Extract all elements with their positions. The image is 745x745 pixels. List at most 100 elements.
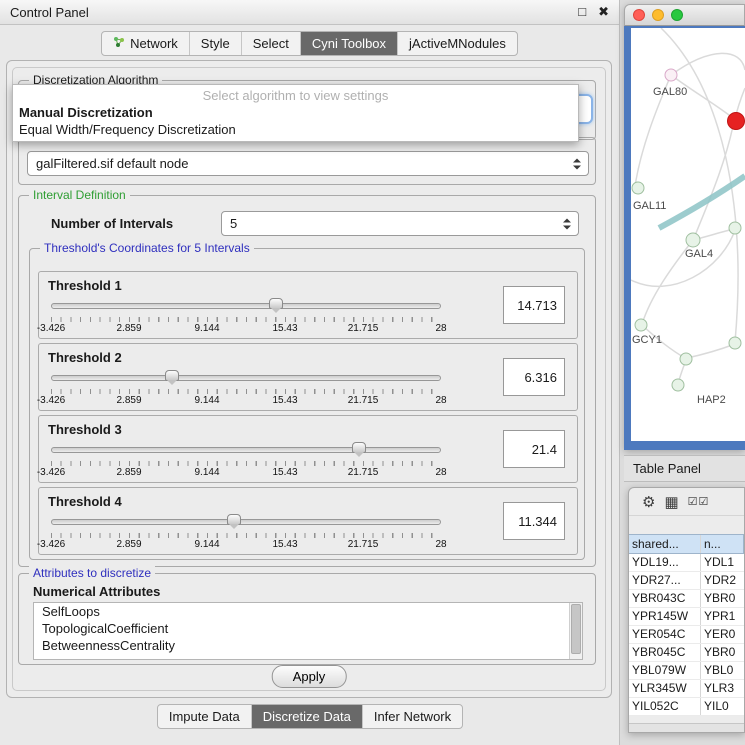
network-canvas[interactable]: GAL80 GAL11 GAL4 GCY1 HAP2 xyxy=(631,28,745,441)
list-item[interactable]: TopologicalCoefficient xyxy=(34,620,582,637)
network-view-window: GAL80 GAL11 GAL4 GCY1 HAP2 xyxy=(624,4,745,450)
table-cell[interactable]: YBR045C xyxy=(629,644,701,661)
dropdown-item-manual-discretization[interactable]: Manual Discretization xyxy=(13,104,578,121)
table-cell[interactable]: YDL1 xyxy=(701,554,744,571)
combo-spinner-icon[interactable] xyxy=(563,218,571,229)
threshold-1-slider[interactable] xyxy=(51,298,441,316)
table-row[interactable]: YPR145WYPR1 xyxy=(629,608,744,626)
table-cell[interactable]: YBR0 xyxy=(701,644,744,661)
threshold-4-slider[interactable] xyxy=(51,514,441,532)
scrollbar-thumb[interactable] xyxy=(571,604,581,654)
column-header-name[interactable]: n... xyxy=(701,535,744,553)
table-row[interactable]: YBR043CYBR0 xyxy=(629,590,744,608)
tab-cyni-toolbox[interactable]: Cyni Toolbox xyxy=(301,32,398,55)
table-cell[interactable]: YPR1 xyxy=(701,608,744,625)
list-item[interactable]: BetweennessCentrality xyxy=(34,637,582,654)
tab-select[interactable]: Select xyxy=(242,32,301,55)
table-row[interactable]: YDL19...YDL1 xyxy=(629,554,744,572)
list-item[interactable]: SelfLoops xyxy=(34,603,582,620)
table-cell[interactable]: YDR2 xyxy=(701,572,744,589)
table-cell[interactable]: YBR0 xyxy=(701,590,744,607)
table-cell[interactable]: YDL19... xyxy=(629,554,701,571)
checkbox-icon[interactable]: ☑ xyxy=(688,496,699,508)
minimize-traffic-light[interactable] xyxy=(652,9,664,21)
table-row[interactable]: YER054CYER0 xyxy=(629,626,744,644)
column-header-shared-name[interactable]: shared... xyxy=(629,535,701,553)
attributes-group: Attributes to discretize Numerical Attri… xyxy=(18,573,596,665)
threshold-3-value[interactable]: 21.4 xyxy=(503,430,565,468)
slider-ticks xyxy=(51,461,441,466)
table-spacer xyxy=(629,516,744,534)
table-cell[interactable]: YIL052C xyxy=(629,698,701,715)
table-row[interactable]: YIL052CYIL0 xyxy=(629,698,744,716)
checkbox-icon[interactable]: ☑ xyxy=(699,496,710,508)
zoom-traffic-light[interactable] xyxy=(671,9,683,21)
slider-track[interactable] xyxy=(51,303,441,309)
scale-tick-label: 21.715 xyxy=(348,323,379,334)
tab-infer-network[interactable]: Infer Network xyxy=(363,705,462,728)
algorithm-dropdown: Select algorithm to view settings Manual… xyxy=(12,84,579,142)
slider-thumb[interactable] xyxy=(165,370,179,381)
close-traffic-light[interactable] xyxy=(633,9,645,21)
table-cell[interactable]: YPR145W xyxy=(629,608,701,625)
tab-network[interactable]: Network xyxy=(102,32,190,55)
scale-tick-label: 2.859 xyxy=(116,539,141,550)
close-window-icon[interactable]: ✖ xyxy=(598,4,609,20)
slider-thumb[interactable] xyxy=(227,514,241,525)
gear-icon[interactable]: ⚙ xyxy=(642,493,655,511)
table-row[interactable]: YBR045CYBR0 xyxy=(629,644,744,662)
threshold-2-slider[interactable] xyxy=(51,370,441,388)
num-intervals-combo[interactable]: 5 xyxy=(221,211,579,236)
tab-label: Select xyxy=(253,36,289,51)
slider-scale: -3.426 2.859 9.144 15.43 21.715 28 xyxy=(51,467,441,479)
node-label-gcy1: GCY1 xyxy=(632,334,662,346)
dropdown-item-equal-width-frequency[interactable]: Equal Width/Frequency Discretization xyxy=(13,121,578,138)
table-panel-title: Table Panel xyxy=(633,461,701,476)
threshold-4-value[interactable]: 11.344 xyxy=(503,502,565,540)
table-cell[interactable]: YDR27... xyxy=(629,572,701,589)
table-data-combo[interactable]: galFiltered.sif default node xyxy=(27,151,589,176)
list-scrollbar[interactable] xyxy=(569,603,582,659)
table-row[interactable]: YLR345WYLR3 xyxy=(629,680,744,698)
table-cell[interactable]: YBR043C xyxy=(629,590,701,607)
float-window-icon[interactable]: □ xyxy=(578,4,586,20)
threshold-1-value[interactable]: 14.713 xyxy=(503,286,565,324)
table-row[interactable]: YBL079WYBL0 xyxy=(629,662,744,680)
attributes-list[interactable]: SelfLoops TopologicalCoefficient Between… xyxy=(33,602,583,660)
columns-icon[interactable]: ▦ xyxy=(664,493,678,511)
threshold-label: Threshold 2 xyxy=(48,350,122,365)
dropdown-placeholder: Select algorithm to view settings xyxy=(13,85,578,104)
table-footer xyxy=(629,723,744,732)
tab-label: Network xyxy=(130,36,178,51)
table-cell[interactable]: YER054C xyxy=(629,626,701,643)
table-cell[interactable]: YLR3 xyxy=(701,680,744,697)
table-cell[interactable]: YER0 xyxy=(701,626,744,643)
tab-jactivemnodules[interactable]: jActiveMNodules xyxy=(398,32,517,55)
scale-tick-label: 9.144 xyxy=(194,539,219,550)
threshold-2-value[interactable]: 6.316 xyxy=(503,358,565,396)
apply-button[interactable]: Apply xyxy=(272,665,347,688)
table-cell[interactable]: YLR345W xyxy=(629,680,701,697)
table-window: ⚙ ▦ ☑☑ shared... n... YDL19...YDL1 YDR27… xyxy=(628,487,745,733)
slider-track[interactable] xyxy=(51,519,441,525)
tab-label: Infer Network xyxy=(374,709,451,724)
node-label-hap2: HAP2 xyxy=(697,394,726,406)
combo-spinner-icon[interactable] xyxy=(573,158,581,169)
slider-thumb[interactable] xyxy=(269,298,283,309)
slider-track[interactable] xyxy=(51,447,441,453)
scale-tick-label: 28 xyxy=(435,395,446,406)
tab-style[interactable]: Style xyxy=(190,32,242,55)
table-row[interactable]: YDR27...YDR2 xyxy=(629,572,744,590)
tab-impute-data[interactable]: Impute Data xyxy=(158,705,252,728)
slider-track[interactable] xyxy=(51,375,441,381)
table-cell[interactable]: YBL0 xyxy=(701,662,744,679)
table-cell[interactable]: YIL0 xyxy=(701,698,744,715)
scale-tick-label: -3.426 xyxy=(37,323,65,334)
network-window-frame: GAL80 GAL11 GAL4 GCY1 HAP2 xyxy=(624,26,745,450)
table-cell[interactable]: YBL079W xyxy=(629,662,701,679)
tab-discretize-data[interactable]: Discretize Data xyxy=(252,705,363,728)
slider-ticks xyxy=(51,389,441,394)
slider-thumb[interactable] xyxy=(352,442,366,453)
threshold-3-slider[interactable] xyxy=(51,442,441,460)
node-label-gal11: GAL11 xyxy=(633,200,666,212)
